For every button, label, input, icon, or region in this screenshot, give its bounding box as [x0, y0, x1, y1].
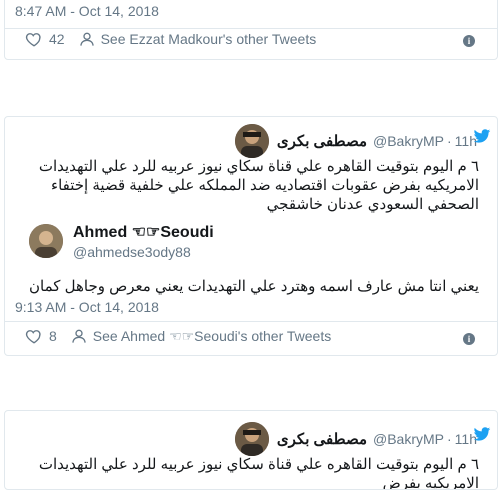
info-icon[interactable]: i	[463, 35, 475, 47]
see-other-tweets-link[interactable]: See Ahmed ☜☞Seoudi's other Tweets	[93, 328, 331, 345]
separator-dot: ·	[447, 133, 452, 149]
avatar[interactable]	[234, 422, 269, 456]
info-icon[interactable]: i	[463, 333, 475, 345]
twitter-bird-icon[interactable]	[473, 427, 491, 442]
tweet-timestamp[interactable]: 9:13 AM - Oct 14, 2018	[15, 299, 159, 315]
person-icon	[79, 32, 94, 46]
tweet-actions: 42 See Ezzat Madkour's other Tweets	[25, 30, 316, 48]
tweet-card-3: مصطفى بكرى @BakryMP · 11h ٦ م اليوم بتوق…	[4, 410, 498, 490]
like-count: 8	[49, 328, 57, 344]
person-icon	[72, 329, 86, 343]
tweet-header: مصطفى بكرى @BakryMP · 11h	[234, 422, 477, 456]
author-handle[interactable]: @BakryMP	[373, 133, 444, 149]
separator-dot: ·	[447, 431, 452, 447]
heart-icon[interactable]	[25, 327, 43, 345]
divider	[5, 28, 497, 29]
quoted-tweet-author: Ahmed ☜☞Seoudi @ahmedse3ody88	[29, 222, 214, 260]
heart-icon[interactable]	[25, 30, 43, 48]
tweet-text: ٦ م اليوم بتوقيت القاهره علي قناة سكاي ن…	[38, 456, 479, 490]
quoted-avatar[interactable]	[29, 224, 63, 258]
tweet-timestamp[interactable]: 8:47 AM - Oct 14, 2018	[15, 3, 159, 19]
tweet-text: ٦ م اليوم بتوقيت القاهره علي قناة سكاي ن…	[38, 158, 479, 213]
tweet-header: مصطفى بكرى @BakryMP · 11h	[234, 124, 477, 158]
twitter-bird-icon[interactable]	[473, 129, 491, 144]
avatar[interactable]	[234, 124, 269, 158]
quoted-author-handle[interactable]: @ahmedse3ody88	[73, 244, 214, 260]
see-other-tweets-link[interactable]: See Ezzat Madkour's other Tweets	[101, 31, 317, 47]
tweet-actions: 8 See Ahmed ☜☞Seoudi's other Tweets	[25, 327, 331, 345]
author-name[interactable]: مصطفى بكرى	[277, 132, 367, 150]
author-handle[interactable]: @BakryMP	[373, 431, 444, 447]
like-count: 42	[49, 31, 65, 47]
author-name[interactable]: مصطفى بكرى	[277, 430, 367, 448]
tweet-card-2: مصطفى بكرى @BakryMP · 11h ٦ م اليوم بتوق…	[4, 116, 498, 356]
tweet-card-1: 8:47 AM - Oct 14, 2018 42 See Ezzat Madk…	[4, 0, 498, 60]
quoted-tweet-text: يعني انتا مش عارف اسمه وهترد علي التهديد…	[29, 278, 479, 295]
quoted-author-name[interactable]: Ahmed ☜☞Seoudi	[73, 222, 214, 242]
divider	[5, 321, 497, 322]
